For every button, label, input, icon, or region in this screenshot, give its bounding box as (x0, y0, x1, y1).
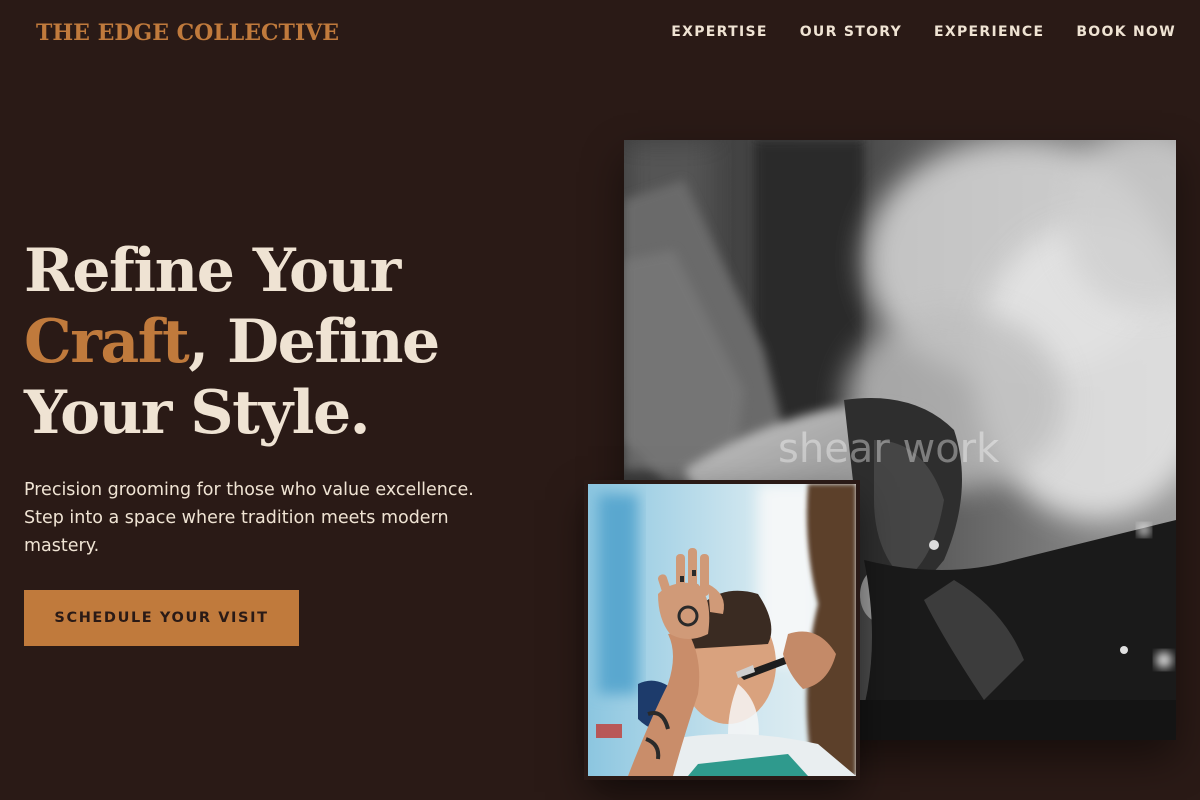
hero-inset-photo (584, 480, 860, 780)
hero-subtitle: Precision grooming for those who value e… (24, 480, 474, 556)
hero-title-line-3: Your Style. (24, 378, 371, 448)
schedule-visit-button[interactable]: SCHEDULE YOUR VISIT (24, 590, 299, 646)
nav-item-our-story[interactable]: OUR STORY (800, 22, 902, 42)
hero-title: Refine Your Craft, Define Your Style. (24, 236, 584, 449)
photo-watermark: shear work (778, 426, 1000, 472)
hero-title-line-2: , Define (188, 307, 440, 377)
brand-logo[interactable]: THE EDGE COLLECTIVE (36, 18, 339, 48)
main-nav: EXPERTISE OUR STORY EXPERIENCE BOOK NOW (671, 22, 1176, 42)
hero-title-line-1: Refine Your (24, 236, 401, 306)
nav-item-expertise[interactable]: EXPERTISE (671, 22, 767, 42)
hero-title-accent: Craft (24, 307, 190, 377)
nav-item-book-now[interactable]: BOOK NOW (1076, 22, 1176, 42)
nav-item-experience[interactable]: EXPERIENCE (934, 22, 1044, 42)
